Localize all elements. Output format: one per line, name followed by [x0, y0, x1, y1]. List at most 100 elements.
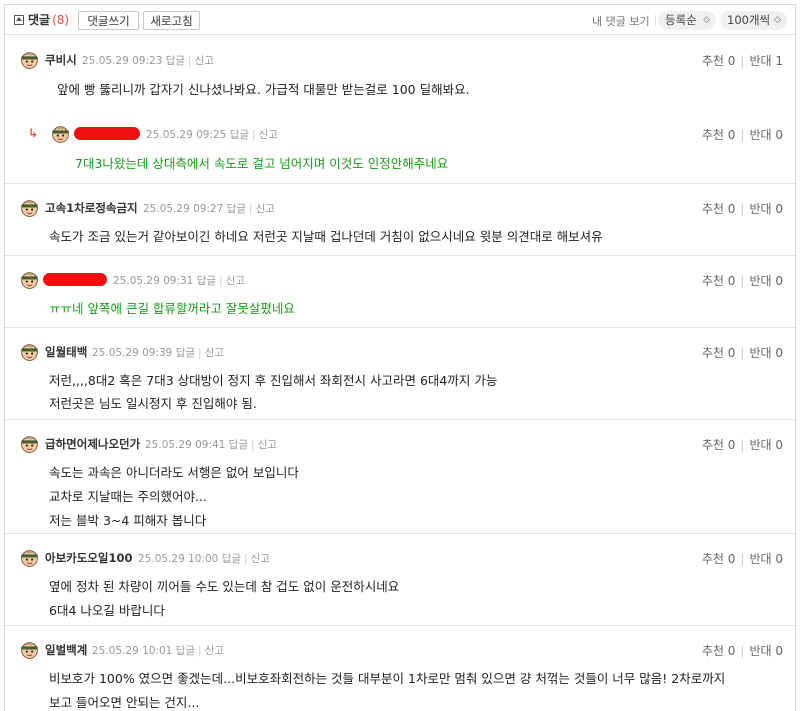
report-link[interactable]: 신고	[251, 553, 270, 565]
avatar-icon[interactable]	[19, 341, 40, 362]
comment-item: 쿠비시 25.05.29 09:23 답글 | 신고 추천 0 | 반대 1 앞에 빵 뚫리니…	[5, 35, 795, 110]
avatar-icon[interactable]	[19, 639, 40, 660]
reply-link[interactable]: 답글	[227, 203, 246, 215]
per-page-select[interactable]: 100개씩 ◇	[720, 11, 787, 30]
my-comments-link[interactable]: 내 댓글 보기	[592, 13, 650, 29]
report-link[interactable]: 신고	[226, 275, 245, 287]
avatar-icon[interactable]	[19, 547, 40, 568]
downvote-label: 반대	[749, 346, 772, 360]
reply-link[interactable]: 답글	[176, 645, 195, 657]
upvote-count: 0	[727, 644, 736, 658]
downvote-label: 반대	[749, 438, 772, 452]
downvote-count: 0	[775, 274, 783, 288]
avatar-icon[interactable]	[19, 49, 40, 70]
downvote-count: 0	[775, 644, 783, 658]
comment-text: 비보호가 100% 였으면 좋겠는데...비보호좌회전하는 것들 대부분이 1차…	[49, 671, 726, 686]
upvote-label: 추천	[701, 274, 724, 288]
comment-meta: 25.05.29 09:25 답글 | 신고	[146, 127, 278, 142]
comment-text: 6대4 나오길 바랍니다	[49, 603, 165, 618]
avatar-icon[interactable]	[19, 197, 40, 218]
divider: |	[740, 54, 745, 68]
redacted-nickname	[43, 273, 107, 286]
divider: |	[740, 644, 745, 658]
downvote-button[interactable]: 반대 0	[749, 202, 783, 216]
updown-chevron-icon: ◇	[703, 15, 710, 25]
downvote-button[interactable]: 반대 1	[749, 54, 783, 68]
upvote-button[interactable]: 추천 0	[702, 346, 736, 360]
report-link[interactable]: 신고	[205, 645, 224, 657]
refresh-button[interactable]: 새로고침	[143, 11, 200, 30]
report-link[interactable]: 신고	[258, 439, 277, 451]
downvote-button[interactable]: 반대 0	[749, 128, 783, 142]
comment-nickname[interactable]: 고속1차로정속금지	[45, 200, 138, 216]
divider	[655, 15, 656, 25]
comment-nickname[interactable]: 일벌백계	[45, 642, 87, 658]
report-link[interactable]: 신고	[205, 347, 224, 359]
upvote-button[interactable]: 추천 0	[702, 274, 736, 288]
vote-group: 추천 0 | 반대 1	[702, 52, 783, 69]
upvote-label: 추천	[701, 346, 724, 360]
write-comment-button[interactable]: 댓글쓰기	[78, 11, 139, 30]
downvote-button[interactable]: 반대 0	[749, 438, 783, 452]
comment-meta: 25.05.29 09:23 답글 | 신고	[82, 53, 214, 68]
comment-header[interactable]: 댓글 (8)	[14, 11, 69, 28]
upvote-button[interactable]: 추천 0	[702, 438, 736, 452]
collapse-toggle-icon[interactable]	[14, 14, 24, 25]
downvote-button[interactable]: 반대 0	[749, 552, 783, 566]
report-link[interactable]: 신고	[195, 55, 214, 67]
comment-nickname[interactable]: 쿠비시	[45, 52, 77, 68]
downvote-button[interactable]: 반대 0	[749, 274, 783, 288]
comment-timestamp: 25.05.29 09:31	[113, 275, 194, 287]
upvote-button[interactable]: 추천 0	[702, 644, 736, 658]
comment-text: 저런곳은 님도 일시정지 후 진입해야 됨.	[49, 396, 257, 411]
upvote-button[interactable]: 추천 0	[702, 128, 736, 142]
comment-toolbar: 댓글 (8) 댓글쓰기 새로고침 내 댓글 보기 등록순 ◇ 100개씩 ◇	[5, 5, 795, 35]
avatar-icon[interactable]	[19, 433, 40, 454]
vote-group: 추천 0 | 반대 0	[702, 200, 783, 217]
divider: |	[740, 128, 745, 142]
avatar-icon[interactable]	[50, 123, 71, 144]
downvote-count: 1	[775, 54, 783, 68]
reply-link[interactable]: 답글	[176, 347, 195, 359]
comment-nickname[interactable]: 아보카도오일100	[45, 550, 133, 566]
divider: |	[251, 439, 255, 451]
reply-link[interactable]: 답글	[222, 553, 241, 565]
comment-item: 급하면어제나오던가 25.05.29 09:41 답글 | 신고 추천 0 | 반대 0 속도…	[5, 419, 795, 534]
report-link[interactable]: 신고	[259, 129, 278, 141]
sort-select[interactable]: 등록순 ◇	[658, 11, 716, 30]
divider: |	[740, 274, 745, 288]
upvote-count: 0	[727, 552, 736, 566]
upvote-button[interactable]: 추천 0	[702, 552, 736, 566]
upvote-label: 추천	[701, 552, 724, 566]
reply-link[interactable]: 답글	[229, 439, 248, 451]
vote-group: 추천 0 | 반대 0	[702, 436, 783, 453]
downvote-button[interactable]: 반대 0	[749, 644, 783, 658]
comment-item: 25.05.29 09:31 답글 | 신고 추천 0 | 반대 0 ㅠㅠ네 앞쪽에 큰길 …	[5, 255, 795, 328]
comment-text: 속도는 과속은 아니더라도 서행은 없어 보입니다	[49, 465, 299, 480]
comment-meta: 25.05.29 09:27 답글 | 신고	[143, 201, 275, 216]
upvote-label: 추천	[701, 202, 724, 216]
comment-nickname[interactable]: 일월태백	[45, 344, 87, 360]
comment-timestamp: 25.05.29 09:41	[145, 439, 226, 451]
upvote-button[interactable]: 추천 0	[702, 202, 736, 216]
downvote-label: 반대	[749, 54, 772, 68]
comment-nickname[interactable]: 급하면어제나오던가	[45, 436, 140, 452]
downvote-count: 0	[775, 128, 783, 142]
downvote-label: 반대	[749, 128, 772, 142]
vote-group: 추천 0 | 반대 0	[702, 126, 783, 143]
comment-text: 옆에 정차 된 차량이 끼어들 수도 있는데 참 겁도 없이 운전하시네요	[49, 579, 400, 594]
report-link[interactable]: 신고	[256, 203, 275, 215]
downvote-label: 반대	[749, 552, 772, 566]
downvote-button[interactable]: 반대 0	[749, 346, 783, 360]
upvote-label: 추천	[701, 128, 724, 142]
reply-link[interactable]: 답글	[230, 129, 249, 141]
reply-link[interactable]: 답글	[197, 275, 216, 287]
reply-link[interactable]: 답글	[166, 55, 185, 67]
upvote-count: 0	[727, 274, 736, 288]
upvote-button[interactable]: 추천 0	[702, 54, 736, 68]
comment-meta: 25.05.29 09:31 답글 | 신고	[113, 273, 245, 288]
avatar-icon[interactable]	[19, 269, 40, 290]
comment-text: ㅠㅠ네 앞쪽에 큰길 합류할꺼라고 잘못살폈네요	[49, 301, 295, 316]
comment-item: 일벌백계 25.05.29 10:01 답글 | 신고 추천 0 | 반대 0 비보호가 10…	[5, 625, 795, 711]
redacted-nickname	[74, 127, 140, 140]
